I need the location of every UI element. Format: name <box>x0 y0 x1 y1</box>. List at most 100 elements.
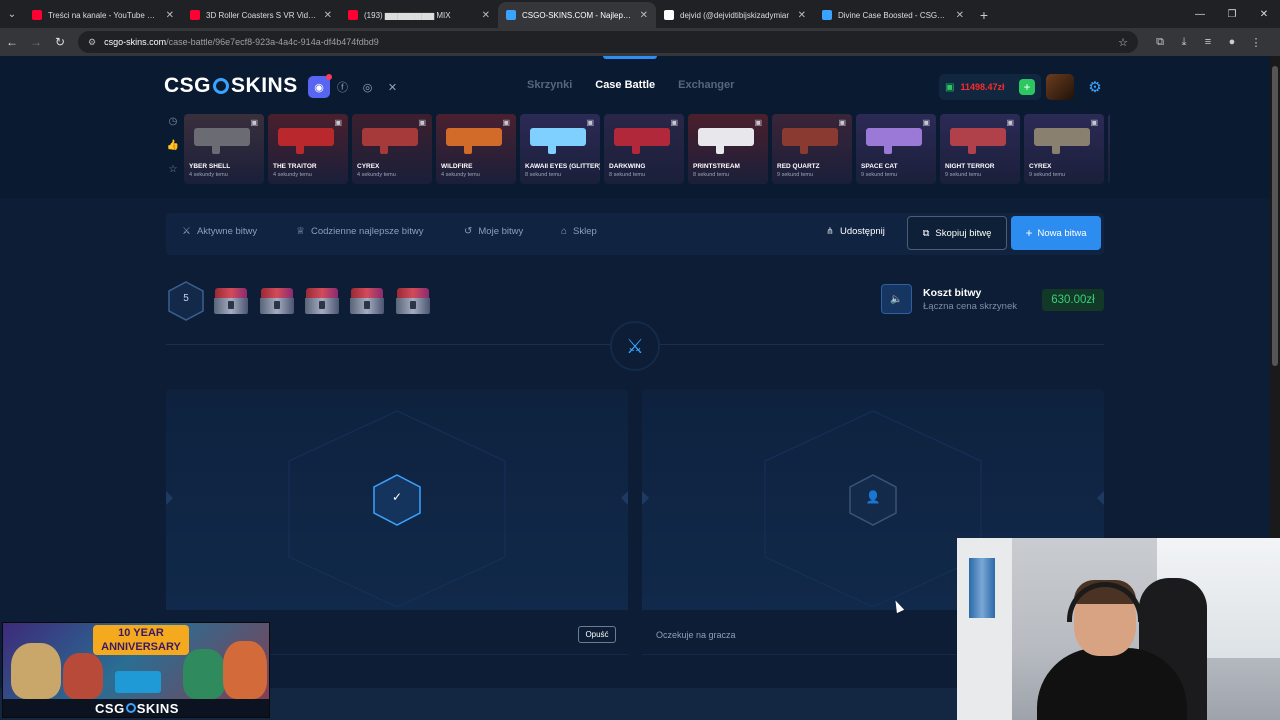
copy-battle-button[interactable]: ⧉ Skopiuj bitwę <box>907 216 1007 250</box>
live-drop-card[interactable]: ▣ RED QUARTZ 9 sekund temu <box>772 114 852 184</box>
browser-toolbar: ← → ↻ ⚙ csgo-skins.com /case-battle/96e7… <box>0 28 1280 56</box>
nav-skrzynki[interactable]: Skrzynki <box>527 79 572 91</box>
live-drop-card[interactable]: ▣ KAWAII EYES (GLITTER) 8 sekund temu <box>520 114 600 184</box>
copy-battle-label: Skopiuj bitwę <box>935 227 992 239</box>
close-tab-icon[interactable]: ✕ <box>798 10 806 21</box>
speaker-icon: 🔈 <box>890 293 903 305</box>
nav-case-battle[interactable]: Case Battle <box>595 79 655 91</box>
main-navigation: Skrzynki Case Battle Exchanger <box>527 79 757 91</box>
browser-tab[interactable]: dejvid (@dejvidtibijskizadymiar ✕ <box>656 2 814 28</box>
skin-name: DARKWING <box>609 163 646 170</box>
weapon-skin-image <box>782 128 838 154</box>
live-drop-card[interactable]: ▣ NIGHT TERROR 9 sekund temu <box>940 114 1020 184</box>
live-drop-card[interactable]: ▣FL <box>1108 114 1110 184</box>
reload-icon[interactable]: ↻ <box>48 28 72 56</box>
menu-icon[interactable]: ⋮ <box>1244 36 1268 49</box>
browser-tab[interactable]: Divine Case Boosted - CSGO-SI ✕ <box>814 2 972 28</box>
close-tab-icon[interactable]: ✕ <box>640 10 648 21</box>
weapon-skin-image <box>362 128 418 154</box>
live-drop-card[interactable]: ▣ WILDFIRE 4 sekundy temu <box>436 114 516 184</box>
browser-tab[interactable]: Treści na kanale - YouTube Studio ✕ <box>24 2 182 28</box>
skin-name: KAWAII EYES (GLITTER) <box>525 163 600 170</box>
back-icon[interactable]: ← <box>0 28 24 56</box>
profile-icon[interactable]: ● <box>1220 36 1244 49</box>
extensions-icon[interactable]: ⧉ <box>1148 36 1172 49</box>
live-drop-card[interactable]: ▣ SPACE CAT 9 sekund temu <box>856 114 936 184</box>
live-drop-card[interactable]: ▣ PRINTSTREAM 8 sekund temu <box>688 114 768 184</box>
daily-best-label: Codzienne najlepsze bitwy <box>310 226 424 237</box>
my-battles-label: Moje bitwy <box>478 226 524 237</box>
address-bar[interactable]: ⚙ csgo-skins.com /case-battle/96e7ecf8-9… <box>78 31 1138 53</box>
download-icon[interactable]: ⤓ <box>1172 36 1196 49</box>
battle-cost-value: 630.00zł <box>1042 289 1104 311</box>
instagram-icon[interactable]: ◎ <box>355 81 380 94</box>
close-tab-icon[interactable]: ✕ <box>956 10 964 21</box>
skin-name: CYREX <box>357 163 380 170</box>
leave-battle-button[interactable]: Opuść <box>578 626 616 643</box>
nav-exchanger[interactable]: Exchanger <box>678 79 734 91</box>
star-icon[interactable]: ☆ <box>166 164 180 188</box>
live-drop-card[interactable]: ▣ THE TRAITOR 4 sekundy temu <box>268 114 348 184</box>
live-drop-card[interactable]: ▣ DARKWING 8 sekund temu <box>604 114 684 184</box>
live-drops-feed: ▣ YBER SHELL 4 sekundy temu ▣ THE TRAITOR 4 s… <box>184 114 1110 186</box>
copy-icon: ⧉ <box>922 227 930 239</box>
tab-title: Divine Case Boosted - CSGO-SI <box>838 10 950 20</box>
site-info-icon[interactable]: ⚙ <box>88 37 96 48</box>
csgo-skins-icon <box>822 10 832 20</box>
ready-check-icon: ✓ <box>373 474 421 531</box>
facebook-icon[interactable]: ⓕ <box>330 79 355 95</box>
balance-value: 11498.47zł <box>960 82 1005 92</box>
waiting-for-player-text: Oczekuje na gracza <box>656 630 736 640</box>
live-drop-card[interactable]: ▣ YBER SHELL 4 sekundy temu <box>184 114 264 184</box>
shop-label: Sklep <box>573 226 597 237</box>
browser-tab[interactable]: 3D Roller Coasters S VR Videos ✕ <box>182 2 340 28</box>
close-tab-icon[interactable]: ✕ <box>324 10 332 21</box>
restore-icon[interactable]: ❐ <box>1216 0 1248 28</box>
media-icon[interactable]: ≡ <box>1196 36 1220 49</box>
close-tab-icon[interactable]: ✕ <box>482 10 490 21</box>
new-tab-button[interactable]: + <box>972 2 996 28</box>
site-logo[interactable]: CSG SKINS <box>164 74 298 98</box>
clock-icon[interactable]: ◷ <box>166 116 180 140</box>
youtube-icon <box>348 10 358 20</box>
settings-gear-icon[interactable]: ⚙ <box>1084 76 1106 98</box>
minimize-icon[interactable]: — <box>1184 0 1216 28</box>
x-twitter-icon[interactable]: ✕ <box>380 81 405 94</box>
empty-player-icon[interactable]: 👤 <box>849 474 897 531</box>
my-battles-tab[interactable]: ↺ Moje bitwy <box>464 226 523 237</box>
drop-time: 4 sekundy temu <box>189 172 228 178</box>
youtube-icon <box>190 10 200 20</box>
sound-toggle-button[interactable]: 🔈 <box>881 284 912 314</box>
skin-name: YBER SHELL <box>189 163 231 170</box>
share-icon: ⋔ <box>826 226 834 237</box>
share-label: Udostępnij <box>839 226 885 237</box>
user-avatar[interactable] <box>1046 74 1074 100</box>
active-battles-tab[interactable]: ⚔ Aktywne bitwy <box>182 226 257 237</box>
history-icon: ↺ <box>464 226 473 237</box>
close-tab-icon[interactable]: ✕ <box>166 10 174 21</box>
trophy-icon: ♕ <box>296 226 305 237</box>
live-drop-card[interactable]: ▣ CYREX 4 sekundy temu <box>352 114 432 184</box>
share-button[interactable]: ⋔ Udostępnij <box>826 226 885 237</box>
tab-search-icon[interactable]: ⌄ <box>0 0 24 28</box>
wallet-balance[interactable]: ▣ 11498.47zł + <box>939 74 1041 100</box>
tab-title: 3D Roller Coasters S VR Videos <box>206 10 318 20</box>
url-host: csgo-skins.com <box>104 37 167 47</box>
discord-icon[interactable]: ◉ <box>308 74 332 98</box>
browser-tab[interactable]: (193) ▆▆▆▆▆▆▆▆ MIX ✕ <box>340 2 498 28</box>
deposit-plus-button[interactable]: + <box>1019 79 1035 95</box>
case-tag-icon: ▣ <box>922 118 930 127</box>
live-drop-card[interactable]: ▣ CYREX 9 sekund temu <box>1024 114 1104 184</box>
bookmark-star-icon[interactable]: ☆ <box>1118 36 1128 49</box>
daily-best-tab[interactable]: ♕ Codzienne najlepsze bitwy <box>296 226 423 237</box>
thumbs-up-icon[interactable]: 👍 <box>166 140 180 164</box>
tab-title: Treści na kanale - YouTube Studio <box>48 10 160 20</box>
forward-icon[interactable]: → <box>24 28 48 56</box>
active-battles-label: Aktywne bitwy <box>196 226 258 237</box>
browser-tab[interactable]: CSGO-SKINS.COM - Najlepsze ✕ <box>498 2 656 28</box>
shop-tab[interactable]: ⌂ Sklep <box>561 226 597 237</box>
new-battle-button[interactable]: + Nowa bitwa <box>1011 216 1101 250</box>
close-window-icon[interactable]: ✕ <box>1248 0 1280 28</box>
anniversary-promo-overlay: 10 YEAR ANNIVERSARY CSG SKINS <box>2 622 270 718</box>
anniversary-badge: 10 YEAR ANNIVERSARY <box>93 625 189 655</box>
